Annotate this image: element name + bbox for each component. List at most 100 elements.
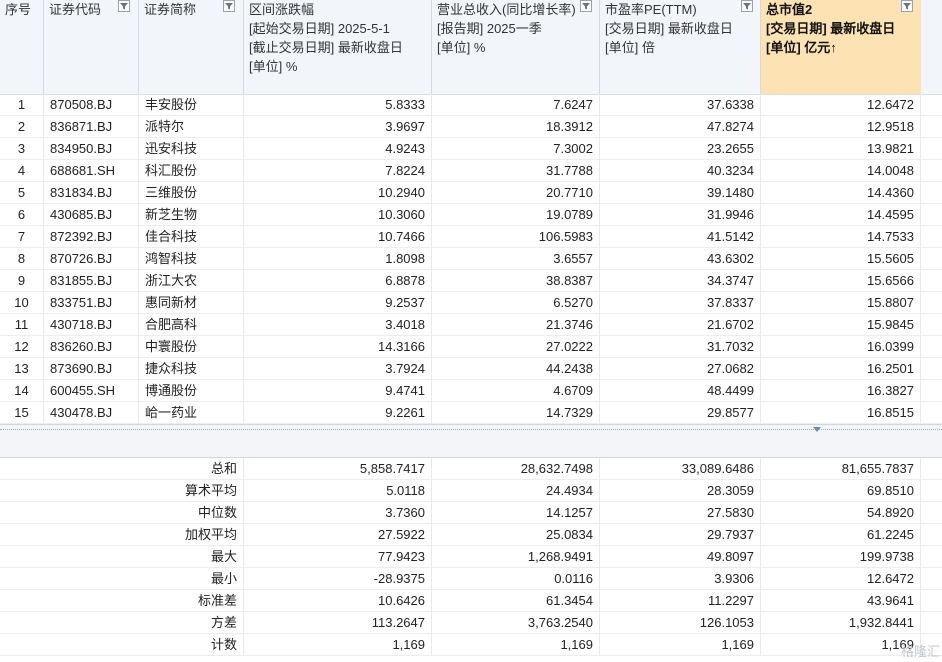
- stat-rev: 24.4934: [432, 480, 600, 502]
- table-row[interactable]: 15 430478.BJ 峆一药业 9.2261 14.7329 29.8577 16.85…: [0, 402, 942, 424]
- cell-seq: 12: [0, 336, 44, 358]
- header-revenue[interactable]: 营业总收入(同比增长率) [报告期] 2025一季 [单位] %: [432, 0, 600, 94]
- stat-change: 1,169: [244, 634, 432, 656]
- stat-label: 总和: [0, 458, 244, 480]
- cell-seq: 2: [0, 116, 44, 138]
- stat-pe: 11.2297: [600, 590, 761, 612]
- table-row[interactable]: 7 872392.BJ 佳合科技 10.7466 106.5983 41.5142 14.7…: [0, 226, 942, 248]
- cell-code: 870726.BJ: [44, 248, 139, 270]
- cell-change: 5.8333: [244, 94, 432, 116]
- cell-pe: 27.0682: [600, 358, 761, 380]
- cell-pe: 31.7032: [600, 336, 761, 358]
- table-row[interactable]: 10 833751.BJ 惠同新材 9.2537 6.5270 37.8337 15.880…: [0, 292, 942, 314]
- cell-seq: 1: [0, 94, 44, 116]
- header-change-line: [单位] %: [249, 59, 298, 74]
- cell-pe: 39.1480: [600, 182, 761, 204]
- header-change-line: 区间涨跌幅: [249, 2, 315, 17]
- cell-seq: 11: [0, 314, 44, 336]
- stat-change: 3.7360: [244, 502, 432, 524]
- cell-change: 7.8224: [244, 160, 432, 182]
- stat-rev: 25.0834: [432, 524, 600, 546]
- header-pe[interactable]: 市盈率PE(TTM) [交易日期] 最新收盘日 [单位] 倍: [600, 0, 761, 94]
- header-market-cap[interactable]: 总市值2 [交易日期] 最新收盘日 [单位] 亿元↑: [761, 0, 921, 94]
- cell-code: 600455.SH: [44, 380, 139, 402]
- cell-name: 捷众科技: [139, 358, 244, 380]
- cell-code: 831834.BJ: [44, 182, 139, 204]
- table-separator[interactable]: [0, 424, 942, 458]
- stat-pe: 27.5830: [600, 502, 761, 524]
- cell-name: 合肥高科: [139, 314, 244, 336]
- stat-row: 算术平均 5.0118 24.4934 28.3059 69.8510: [0, 480, 942, 502]
- header-name[interactable]: 证券简称: [139, 0, 244, 94]
- table-row[interactable]: 2 836871.BJ 派特尔 3.9697 18.3912 47.8274 12.9518: [0, 116, 942, 138]
- cell-pe: 43.6302: [600, 248, 761, 270]
- header-pe-line: 市盈率PE(TTM): [605, 2, 697, 17]
- stat-rev: 1,268.9491: [432, 546, 600, 568]
- table-row[interactable]: 14 600455.SH 博通股份 9.4741 4.6709 48.4499 16.382…: [0, 380, 942, 402]
- stat-row: 加权平均 27.5922 25.0834 29.7937 61.2245: [0, 524, 942, 546]
- cell-rev: 3.6557: [432, 248, 600, 270]
- cell-mcap: 12.6472: [761, 94, 921, 116]
- table-row[interactable]: 9 831855.BJ 浙江大农 6.8878 38.8387 34.3747 15.656…: [0, 270, 942, 292]
- table-row[interactable]: 1 870508.BJ 丰安股份 5.8333 7.6247 37.6338 12.6472: [0, 94, 942, 116]
- stat-rev: 1,169: [432, 634, 600, 656]
- stat-pe: 29.7937: [600, 524, 761, 546]
- cell-change: 9.2537: [244, 292, 432, 314]
- header-revenue-line: 营业总收入(同比增长率): [437, 2, 576, 17]
- filter-icon[interactable]: [901, 0, 913, 12]
- table-row[interactable]: 4 688681.SH 科汇股份 7.8224 31.7788 40.3234 14.004…: [0, 160, 942, 182]
- cell-code: 430478.BJ: [44, 402, 139, 424]
- cell-rev: 18.3912: [432, 116, 600, 138]
- cell-name: 新芝生物: [139, 204, 244, 226]
- stat-change: 77.9423: [244, 546, 432, 568]
- table-row[interactable]: 3 834950.BJ 迅安科技 4.9243 7.3002 23.2655 13.9821: [0, 138, 942, 160]
- table-row[interactable]: 13 873690.BJ 捷众科技 3.7924 44.2438 27.0682 16.25…: [0, 358, 942, 380]
- filter-icon[interactable]: [118, 0, 130, 12]
- cell-name: 丰安股份: [139, 94, 244, 116]
- filter-icon[interactable]: [580, 0, 592, 12]
- header-seq[interactable]: 序号: [0, 0, 44, 94]
- cell-pe: 48.4499: [600, 380, 761, 402]
- stat-rev: 0.0116: [432, 568, 600, 590]
- cell-rev: 20.7710: [432, 182, 600, 204]
- stat-label: 加权平均: [0, 524, 244, 546]
- stat-row: 标准差 10.6426 61.3454 11.2297 43.9641: [0, 590, 942, 612]
- header-seq-label: 序号: [5, 2, 32, 17]
- filter-icon[interactable]: [223, 0, 235, 12]
- cell-code: 688681.SH: [44, 160, 139, 182]
- stat-pe: 1,169: [600, 634, 761, 656]
- cell-pe: 40.3234: [600, 160, 761, 182]
- table-row[interactable]: 8 870726.BJ 鸿智科技 1.8098 3.6557 43.6302 15.5605: [0, 248, 942, 270]
- cell-code: 836871.BJ: [44, 116, 139, 138]
- cell-change: 10.7466: [244, 226, 432, 248]
- separator-dotted-line: [0, 429, 942, 431]
- table-row[interactable]: 12 836260.BJ 中寰股份 14.3166 27.0222 31.7032 16.0…: [0, 336, 942, 358]
- cell-name: 浙江大农: [139, 270, 244, 292]
- cell-seq: 5: [0, 182, 44, 204]
- table-row[interactable]: 11 430718.BJ 合肥高科 3.4018 21.3746 21.6702 15.98…: [0, 314, 942, 336]
- collapse-triangle-icon[interactable]: [813, 427, 821, 432]
- header-revenue-line: [单位] %: [437, 40, 486, 55]
- cell-name: 佳合科技: [139, 226, 244, 248]
- stat-change: 27.5922: [244, 524, 432, 546]
- filter-icon[interactable]: [741, 0, 753, 12]
- header-code[interactable]: 证券代码: [44, 0, 139, 94]
- cell-rev: 38.8387: [432, 270, 600, 292]
- stat-row: 最大 77.9423 1,268.9491 49.8097 199.9738: [0, 546, 942, 568]
- table-row[interactable]: 6 430685.BJ 新芝生物 10.3060 19.0789 31.9946 14.45…: [0, 204, 942, 226]
- cell-name: 峆一药业: [139, 402, 244, 424]
- header-change[interactable]: 区间涨跌幅 [起始交易日期] 2025-5-1 [截止交易日期] 最新收盘日 […: [244, 0, 432, 94]
- stat-mcap: 81,655.7837: [761, 458, 921, 480]
- header-market-cap-line: [单位] 亿元↑: [766, 40, 837, 55]
- cell-change: 10.3060: [244, 204, 432, 226]
- stat-change: 5.0118: [244, 480, 432, 502]
- cell-pe: 47.8274: [600, 116, 761, 138]
- watermark: 格隆汇: [900, 644, 940, 659]
- cell-rev: 31.7788: [432, 160, 600, 182]
- cell-pe: 29.8577: [600, 402, 761, 424]
- cell-change: 4.9243: [244, 138, 432, 160]
- table-row[interactable]: 5 831834.BJ 三维股份 10.2940 20.7710 39.1480 14.43…: [0, 182, 942, 204]
- cell-mcap: 14.4360: [761, 182, 921, 204]
- cell-rev: 44.2438: [432, 358, 600, 380]
- stat-row: 方差 113.2647 3,763.2540 126.1053 1,932.8441: [0, 612, 942, 634]
